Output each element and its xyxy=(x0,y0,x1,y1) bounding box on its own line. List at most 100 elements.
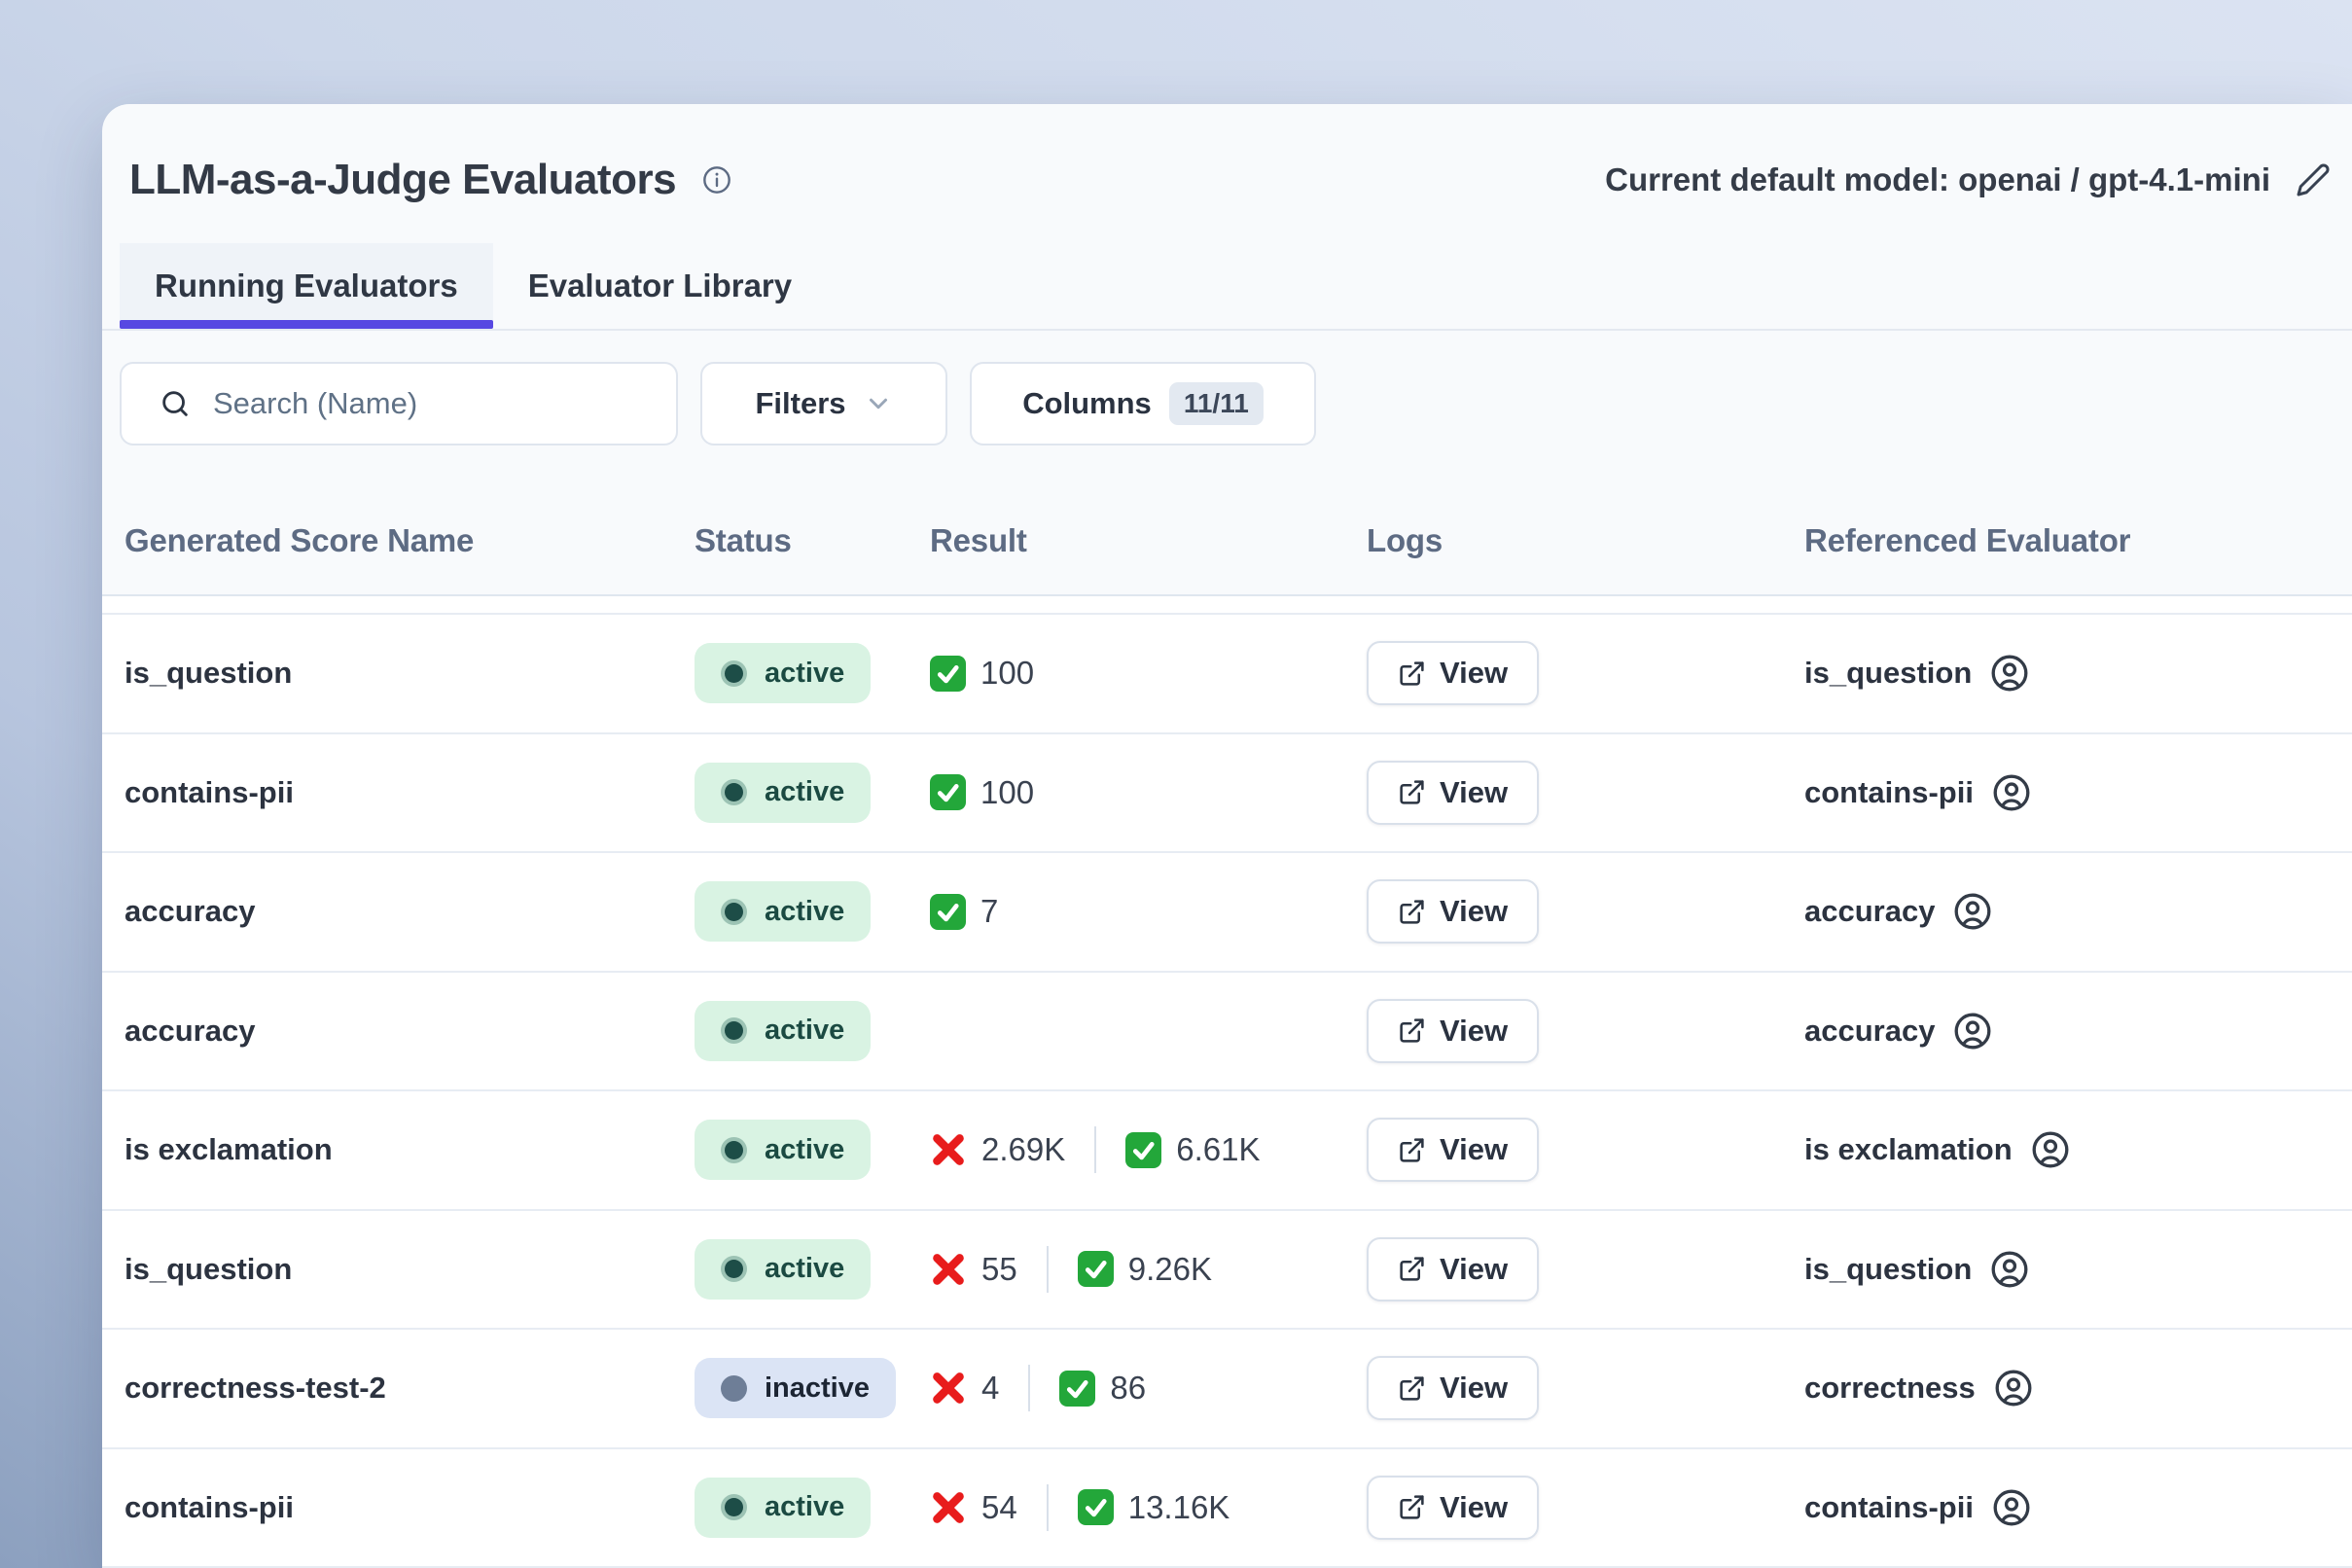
table-header: Generated Score Name Status Result Logs … xyxy=(102,486,2352,596)
search-box xyxy=(120,362,678,445)
fail-group: 4 xyxy=(930,1370,999,1407)
status-dot-icon xyxy=(721,899,747,925)
search-input[interactable] xyxy=(213,386,641,421)
chevron-down-icon xyxy=(864,389,893,418)
table-row: is exclamation active 2.69K xyxy=(102,1091,2352,1211)
view-label: View xyxy=(1440,1371,1508,1406)
table-row: contains-pii active 54 xyxy=(102,1449,2352,1568)
pass-group: 100 xyxy=(930,655,1034,692)
result-divider xyxy=(1028,1365,1030,1411)
generated-score-name: correctness-test-2 xyxy=(102,1371,695,1406)
status-badge: active xyxy=(695,1478,871,1538)
view-logs-button[interactable]: View xyxy=(1367,1476,1539,1540)
generated-score-name: accuracy xyxy=(102,894,695,929)
view-label: View xyxy=(1440,1252,1508,1287)
referenced-evaluator-name: is_question xyxy=(1804,1252,1972,1287)
pass-count: 6.61K xyxy=(1176,1131,1260,1168)
external-link-icon xyxy=(1398,1374,1426,1403)
external-link-icon xyxy=(1398,1016,1426,1045)
referenced-evaluator-name: contains-pii xyxy=(1804,1490,1974,1525)
referenced-evaluator-name: is exclamation xyxy=(1804,1132,2013,1167)
user-circle-icon xyxy=(1991,772,2032,813)
referenced-evaluator-cell: accuracy xyxy=(1804,891,2352,932)
user-circle-icon xyxy=(1991,1487,2032,1528)
generated-score-name: is_question xyxy=(102,656,695,691)
status-badge: active xyxy=(695,1239,871,1300)
external-link-icon xyxy=(1398,659,1426,688)
external-link-icon xyxy=(1398,778,1426,806)
columns-count-badge: 11/11 xyxy=(1169,382,1264,425)
tab-evaluator-library[interactable]: Evaluator Library xyxy=(493,243,827,329)
tabs-divider xyxy=(102,329,2352,331)
status-dot-icon xyxy=(721,779,747,805)
result-cell: 2.69K 6.61K xyxy=(930,1126,1367,1173)
fail-count: 55 xyxy=(981,1251,1017,1288)
table-row: contains-pii active 100 xyxy=(102,734,2352,854)
view-logs-button[interactable]: View xyxy=(1367,1118,1539,1182)
tab-running-evaluators[interactable]: Running Evaluators xyxy=(120,243,493,329)
status-badge: inactive xyxy=(695,1358,896,1418)
tab-bar: Running Evaluators Evaluator Library xyxy=(102,243,2352,329)
view-logs-button[interactable]: View xyxy=(1367,761,1539,825)
view-logs-button[interactable]: View xyxy=(1367,879,1539,944)
pass-check-icon xyxy=(930,656,966,692)
filters-button[interactable]: Filters xyxy=(700,362,947,445)
referenced-evaluator-cell: contains-pii xyxy=(1804,772,2352,813)
external-link-icon xyxy=(1398,1136,1426,1164)
pass-group: 13.16K xyxy=(1078,1489,1230,1526)
search-icon xyxy=(159,387,192,420)
columns-button[interactable]: Columns 11/11 xyxy=(970,362,1316,445)
table-row: correctness-test-2 inactive 4 xyxy=(102,1330,2352,1449)
pass-group: 7 xyxy=(930,893,998,930)
edit-model-pencil-icon[interactable] xyxy=(2296,162,2331,197)
view-label: View xyxy=(1440,1132,1508,1167)
fail-group: 54 xyxy=(930,1489,1017,1526)
generated-score-name: is_question xyxy=(102,1252,695,1287)
info-icon[interactable] xyxy=(701,164,732,196)
status-label: active xyxy=(765,1134,844,1166)
view-label: View xyxy=(1440,894,1508,929)
pass-check-icon xyxy=(1078,1251,1114,1287)
view-logs-button[interactable]: View xyxy=(1367,999,1539,1063)
pass-count: 100 xyxy=(980,774,1034,811)
status-dot-icon xyxy=(721,660,747,687)
table-row: is_question active 100 xyxy=(102,615,2352,734)
referenced-evaluator-name: correctness xyxy=(1804,1371,1976,1406)
toolbar: Filters Columns 11/11 xyxy=(102,362,2352,445)
view-label: View xyxy=(1440,775,1508,810)
page-title: LLM-as-a-Judge Evaluators xyxy=(129,156,676,204)
result-cell: 55 9.26K xyxy=(930,1246,1367,1293)
referenced-evaluator-cell: accuracy xyxy=(1804,1011,2352,1051)
status-dot-icon xyxy=(721,1494,747,1520)
referenced-evaluator-cell: is_question xyxy=(1804,653,2352,694)
view-logs-button[interactable]: View xyxy=(1367,641,1539,705)
pass-check-icon xyxy=(1125,1132,1161,1168)
fail-cross-icon xyxy=(930,1370,967,1407)
view-label: View xyxy=(1440,656,1508,691)
column-header-logs: Logs xyxy=(1367,522,1804,559)
referenced-evaluator-name: contains-pii xyxy=(1804,775,1974,810)
status-label: inactive xyxy=(765,1372,870,1405)
filters-label: Filters xyxy=(755,386,845,421)
status-badge: active xyxy=(695,643,871,703)
view-logs-button[interactable]: View xyxy=(1367,1356,1539,1420)
fail-count: 2.69K xyxy=(981,1131,1065,1168)
pass-check-icon xyxy=(1078,1489,1114,1525)
pass-check-icon xyxy=(1059,1371,1095,1407)
status-dot-icon xyxy=(721,1256,747,1282)
pass-count: 7 xyxy=(980,893,998,930)
user-circle-icon xyxy=(1952,1011,1993,1051)
pass-group: 6.61K xyxy=(1125,1131,1260,1168)
status-label: active xyxy=(765,1491,844,1523)
pass-count: 100 xyxy=(980,655,1034,692)
table-row: accuracy active 7 xyxy=(102,853,2352,973)
view-logs-button[interactable]: View xyxy=(1367,1237,1539,1301)
result-cell: 7 xyxy=(930,893,1367,930)
pass-group: 9.26K xyxy=(1078,1251,1212,1288)
referenced-evaluator-cell: is_question xyxy=(1804,1249,2352,1290)
table-body: is_question active 100 xyxy=(102,615,2352,1568)
status-label: active xyxy=(765,896,844,928)
status-label: active xyxy=(765,776,844,808)
user-circle-icon xyxy=(1989,1249,2030,1290)
generated-score-name: accuracy xyxy=(102,1014,695,1049)
